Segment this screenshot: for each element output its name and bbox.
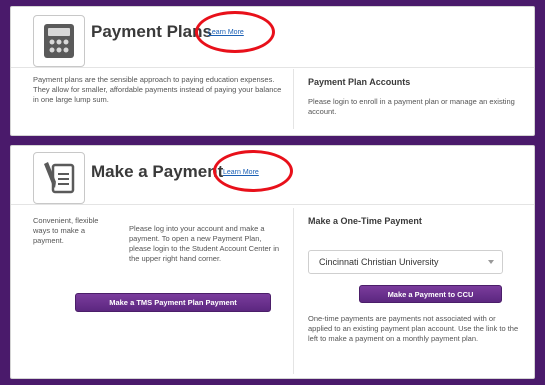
payment-to-ccu-button[interactable]: Make a Payment to CCU [359,285,502,303]
panel-divider [11,204,534,205]
learn-more-callout-circle [195,11,275,53]
calculator-icon-box [33,15,85,67]
column-divider [293,69,294,129]
institution-select[interactable]: Cincinnati Christian University [308,250,503,274]
make-payment-title: Make a Payment [91,162,224,181]
one-time-payment-text: One-time payments are payments not assoc… [308,314,519,343]
learn-more-callout-circle [213,150,293,192]
tms-payment-plan-button[interactable]: Make a TMS Payment Plan Payment [75,293,271,312]
one-time-payment-title: Make a One-Time Payment [308,216,422,226]
payment-plan-accounts-text: Please login to enroll in a payment plan… [308,97,515,116]
document-pen-icon-box [33,152,85,204]
payment-plans-description: Payment plans are the sensible approach … [33,75,282,104]
make-payment-intro: Convenient, flexible ways to make a paym… [33,216,99,245]
calculator-icon [44,24,74,58]
document-pen-icon [44,162,75,194]
make-payment-login-text: Please log into your account and make a … [129,224,280,263]
chevron-down-icon [488,260,494,264]
panel-divider [11,67,534,68]
institution-select-value: Cincinnati Christian University [319,257,439,267]
payment-plan-accounts-title: Payment Plan Accounts [308,77,411,87]
payment-plans-title: Payment Plans [91,22,212,41]
column-divider [293,208,294,374]
make-payment-panel: Make a Payment Learn More Convenient, fl… [10,145,535,379]
payment-plans-panel: Payment Plans Learn More Payment plans a… [10,6,535,136]
